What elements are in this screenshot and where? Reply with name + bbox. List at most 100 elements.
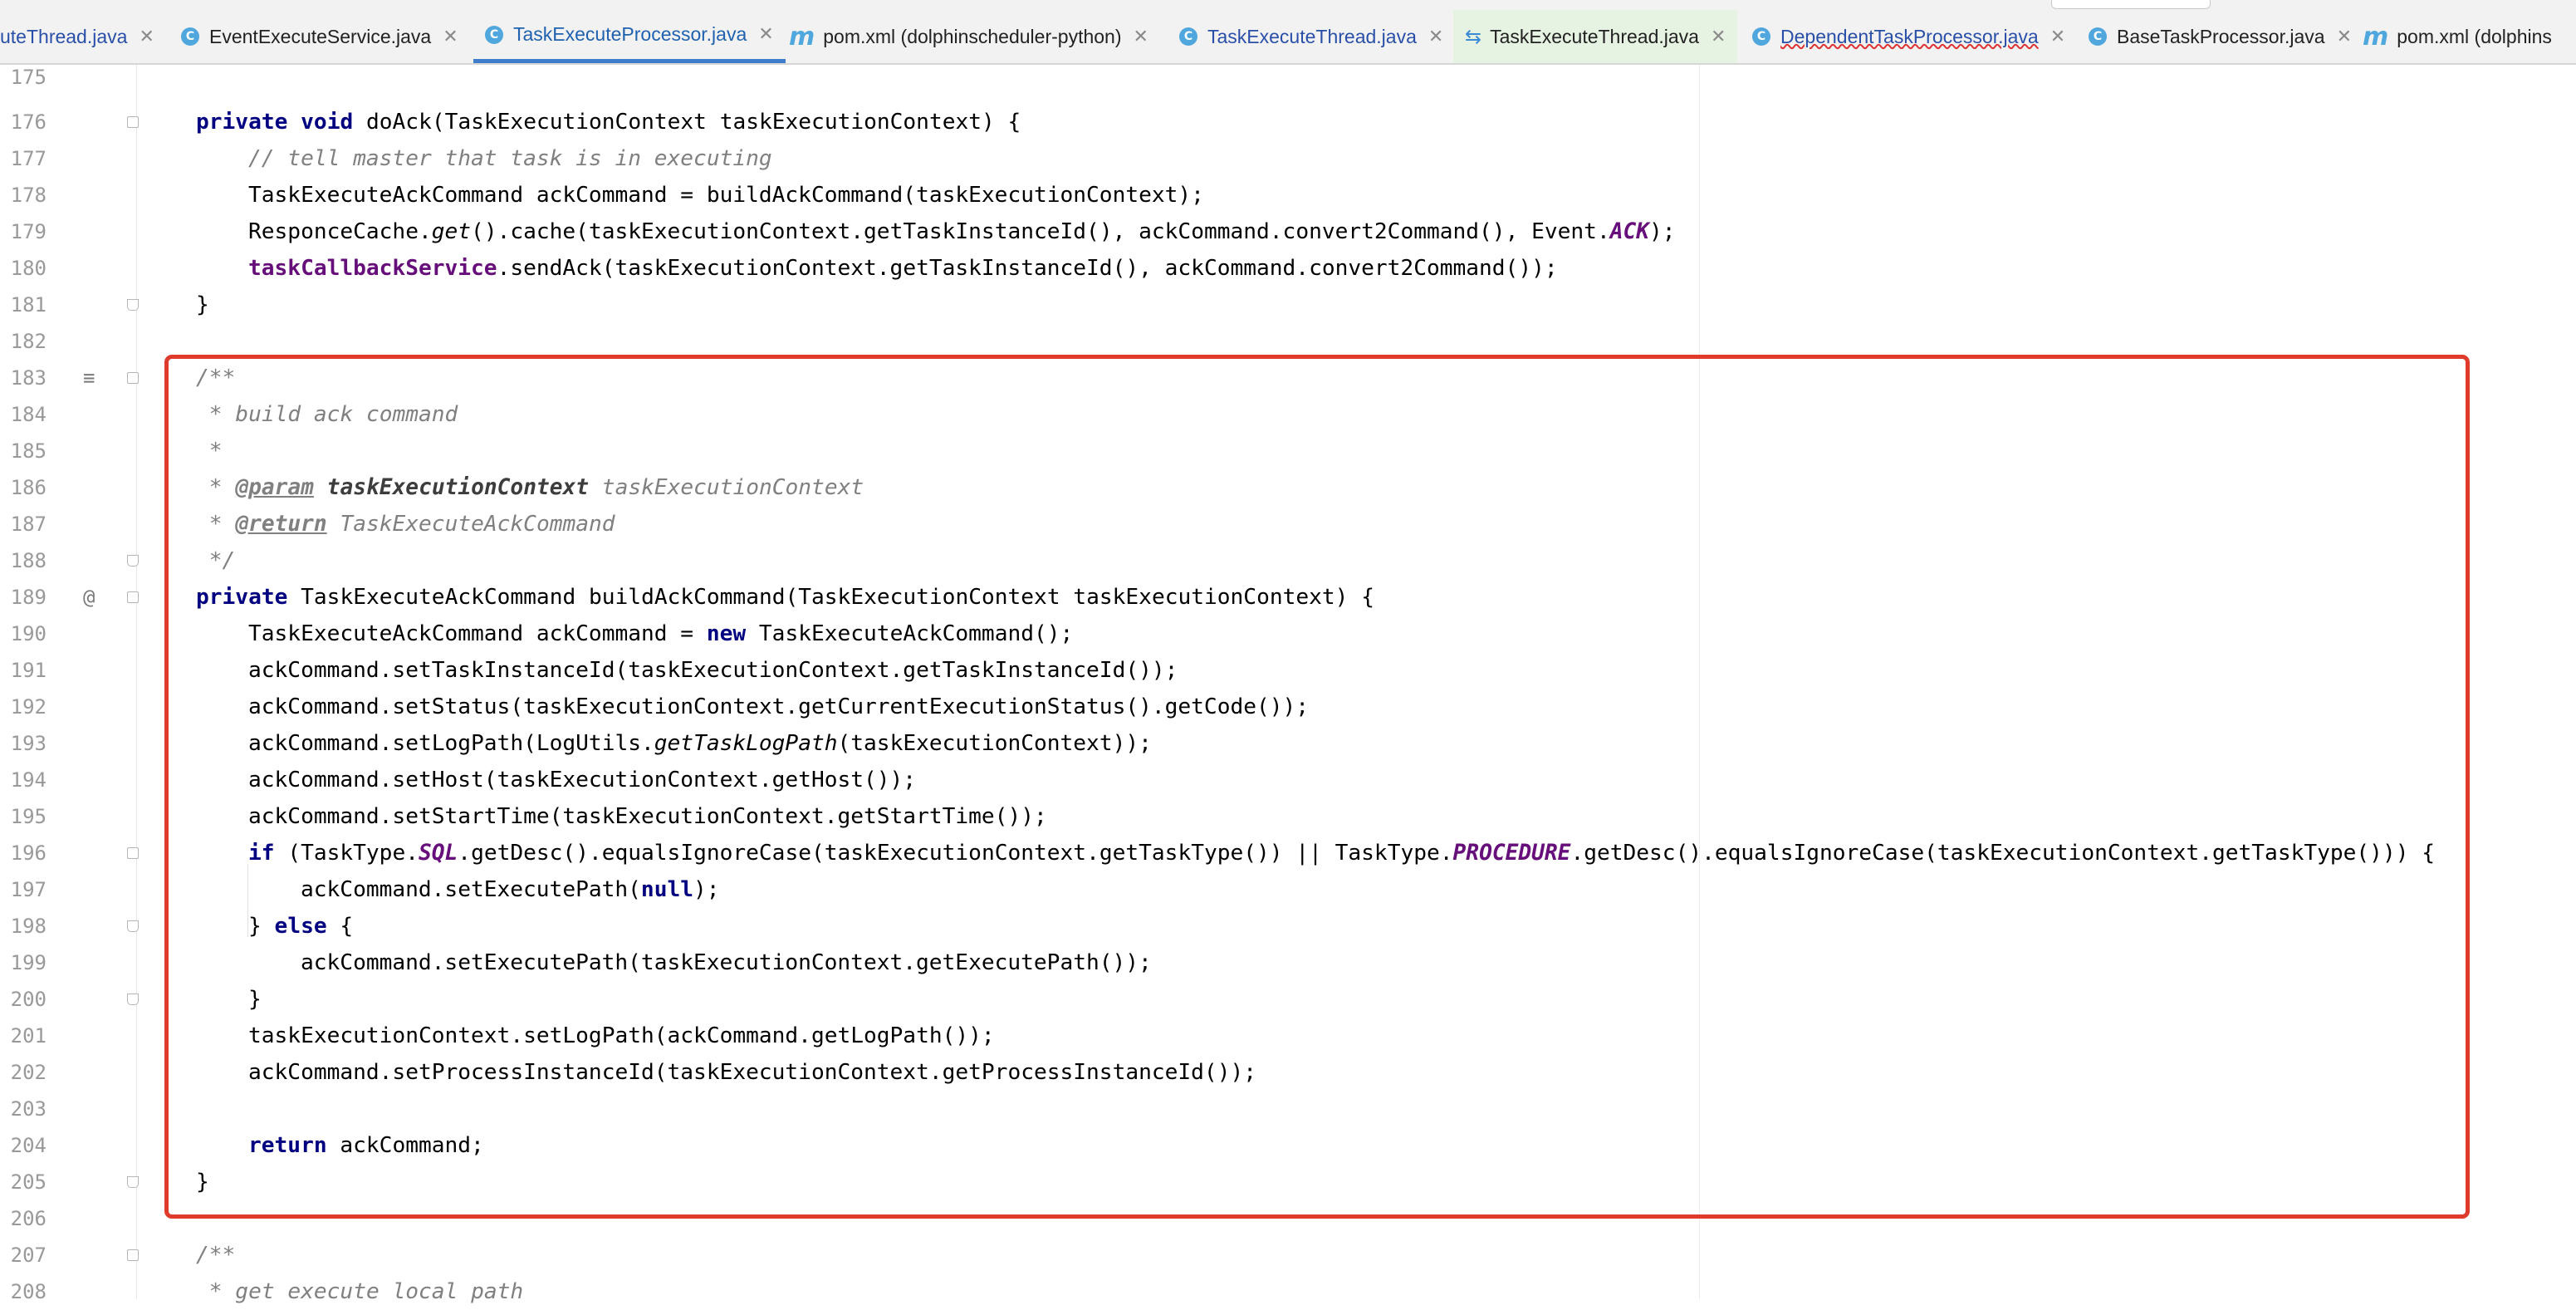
close-icon[interactable]: ✕ — [2050, 27, 2065, 47]
code-text: (TaskType. — [274, 841, 419, 866]
code-line-200: } — [248, 987, 262, 1012]
javadoc-tag: @return — [235, 512, 327, 537]
fold-end-icon[interactable] — [127, 920, 139, 932]
tab-execute-thread-truncated[interactable]: uteThread.java ✕ — [0, 10, 154, 63]
tab-task-execute-thread-diff[interactable]: ⇆ TaskExecuteThread.java ✕ — [1453, 10, 1738, 63]
fold-end-icon[interactable] — [127, 555, 139, 567]
fold-end-icon[interactable] — [127, 994, 139, 1005]
code-line-190: TaskExecuteAckCommand ackCommand = new T… — [248, 616, 1073, 652]
code-line-188: */ — [196, 548, 236, 573]
keyword: private — [196, 585, 288, 610]
static-constant: SQL — [418, 841, 458, 866]
line-number: 208 — [10, 1280, 47, 1303]
code-text: ResponceCache. — [248, 219, 432, 244]
doc-text: * — [196, 512, 236, 537]
tab-label: TaskExecuteThread.java — [1490, 25, 1699, 47]
code-line-192: ackCommand.setStatus(taskExecutionContex… — [248, 694, 1310, 719]
code-line-199: ackCommand.setExecutePath(taskExecutionC… — [301, 950, 1152, 975]
split-diff-icon: ⇆ — [1465, 25, 1482, 48]
code-text: ().cache(taskExecutionContext.getTaskIns… — [471, 219, 1610, 244]
close-icon[interactable]: ✕ — [2337, 27, 2352, 47]
java-class-icon: C — [1752, 27, 1770, 46]
code-text: { — [326, 914, 354, 939]
code-text: (taskExecutionContext)); — [837, 731, 1152, 756]
tab-label: pom.xml (dolphinscheduler-python) — [823, 25, 1122, 47]
line-number: 186 — [10, 476, 47, 499]
right-margin-guide — [1699, 65, 1700, 1299]
line-number: 176 — [10, 110, 47, 134]
line-number: 204 — [10, 1134, 47, 1157]
code-line-205: } — [196, 1170, 209, 1195]
line-number: 205 — [10, 1170, 47, 1194]
code-text: ); — [693, 877, 720, 902]
code-text: ); — [1649, 219, 1676, 244]
line-number: 199 — [10, 951, 47, 974]
close-icon[interactable]: ✕ — [1711, 27, 1726, 47]
code-line-183: /** — [196, 366, 236, 390]
code-line-197: ackCommand.setExecutePath(null); — [301, 871, 720, 908]
code-text: TaskExecuteAckCommand ackCommand = — [248, 621, 707, 646]
tab-task-execute-processor[interactable]: C TaskExecuteProcessor.java ✕ — [473, 10, 786, 63]
close-icon[interactable]: ✕ — [139, 27, 154, 47]
code-line-189: private TaskExecuteAckCommand buildAckCo… — [196, 579, 1374, 616]
code-line-204: return ackCommand; — [248, 1127, 484, 1164]
code-line-193: ackCommand.setLogPath(LogUtils.getTaskLo… — [248, 725, 1152, 762]
fold-end-icon[interactable] — [127, 299, 139, 311]
code-text: ackCommand.setExecutePath( — [301, 877, 641, 902]
close-icon[interactable]: ✕ — [1428, 27, 1443, 47]
fold-toggle-icon[interactable] — [127, 847, 139, 859]
keyword: new — [706, 621, 747, 646]
tab-event-execute-service[interactable]: C EventExecuteService.java ✕ — [181, 10, 458, 63]
javadoc-tag: @param — [235, 475, 314, 500]
line-number: 178 — [10, 184, 47, 207]
line-number: 177 — [10, 147, 47, 170]
code-line-202: ackCommand.setProcessInstanceId(taskExec… — [248, 1060, 1256, 1085]
line-number: 206 — [10, 1207, 47, 1230]
code-text: .getDesc().equalsIgnoreCase(taskExecutio… — [1570, 841, 2436, 866]
line-number: 182 — [10, 330, 47, 353]
tab-label: DependentTaskProcessor.java — [1780, 25, 2039, 47]
tab-task-execute-thread[interactable]: C TaskExecuteThread.java ✕ — [1179, 10, 1443, 63]
line-number: 198 — [10, 915, 47, 938]
code-text: .getDesc().equalsIgnoreCase(taskExecutio… — [458, 841, 1453, 866]
line-number: 187 — [10, 513, 47, 536]
fold-end-icon[interactable] — [127, 1176, 139, 1188]
line-number: 190 — [10, 622, 47, 645]
close-icon[interactable]: ✕ — [758, 24, 773, 45]
fold-toggle-icon[interactable] — [127, 372, 139, 384]
code-line-207: /** — [196, 1243, 236, 1268]
code-line-178: TaskExecuteAckCommand ackCommand = build… — [248, 183, 1204, 208]
code-text: } — [248, 914, 275, 939]
fold-toggle-icon[interactable] — [127, 591, 139, 603]
code-line-185: * — [196, 439, 223, 464]
java-class-icon: C — [181, 27, 199, 46]
line-number: 202 — [10, 1061, 47, 1084]
search-widget[interactable] — [2051, 0, 2211, 9]
tab-base-task-processor[interactable]: C BaseTaskProcessor.java ✕ — [2089, 10, 2352, 63]
fold-toggle-icon[interactable] — [127, 1249, 139, 1261]
code-line-198: } else { — [248, 908, 353, 944]
code-line-195: ackCommand.setStartTime(taskExecutionCon… — [248, 804, 1047, 829]
keyword: else — [274, 914, 327, 939]
tab-label: uteThread.java — [0, 25, 128, 47]
code-line-194: ackCommand.setHost(taskExecutionContext.… — [248, 768, 917, 792]
tab-dependent-task-processor[interactable]: C DependentTaskProcessor.java ✕ — [1752, 10, 2065, 63]
override-marker-icon[interactable]: @ — [83, 579, 95, 616]
code-line-201: taskExecutionContext.setLogPath(ackComma… — [248, 1023, 995, 1048]
tab-pom-python[interactable]: m pom.xml (dolphinscheduler-python) ✕ — [789, 10, 1148, 63]
keyword: if — [248, 841, 275, 866]
tab-pom-truncated[interactable]: m pom.xml (dolphins — [2363, 10, 2552, 63]
close-icon[interactable]: ✕ — [443, 27, 458, 47]
maven-icon: m — [2363, 22, 2389, 52]
code-text: .sendAck(taskExecutionContext.getTaskIns… — [497, 256, 1558, 281]
line-number: 184 — [10, 403, 47, 426]
code-line-180: taskCallbackService.sendAck(taskExecutio… — [248, 250, 1558, 287]
doc-render-icon[interactable]: ≡ — [83, 360, 95, 396]
tab-label: BaseTaskProcessor.java — [2117, 25, 2325, 47]
close-icon[interactable]: ✕ — [1134, 27, 1148, 47]
line-number: 201 — [10, 1024, 47, 1048]
fold-toggle-icon[interactable] — [127, 116, 139, 128]
line-number-gutter[interactable]: 175 176 177 178 179 180 181 182 183 184 … — [0, 65, 139, 1303]
code-line-187: * @return TaskExecuteAckCommand — [196, 506, 615, 542]
line-number: 179 — [10, 220, 47, 243]
